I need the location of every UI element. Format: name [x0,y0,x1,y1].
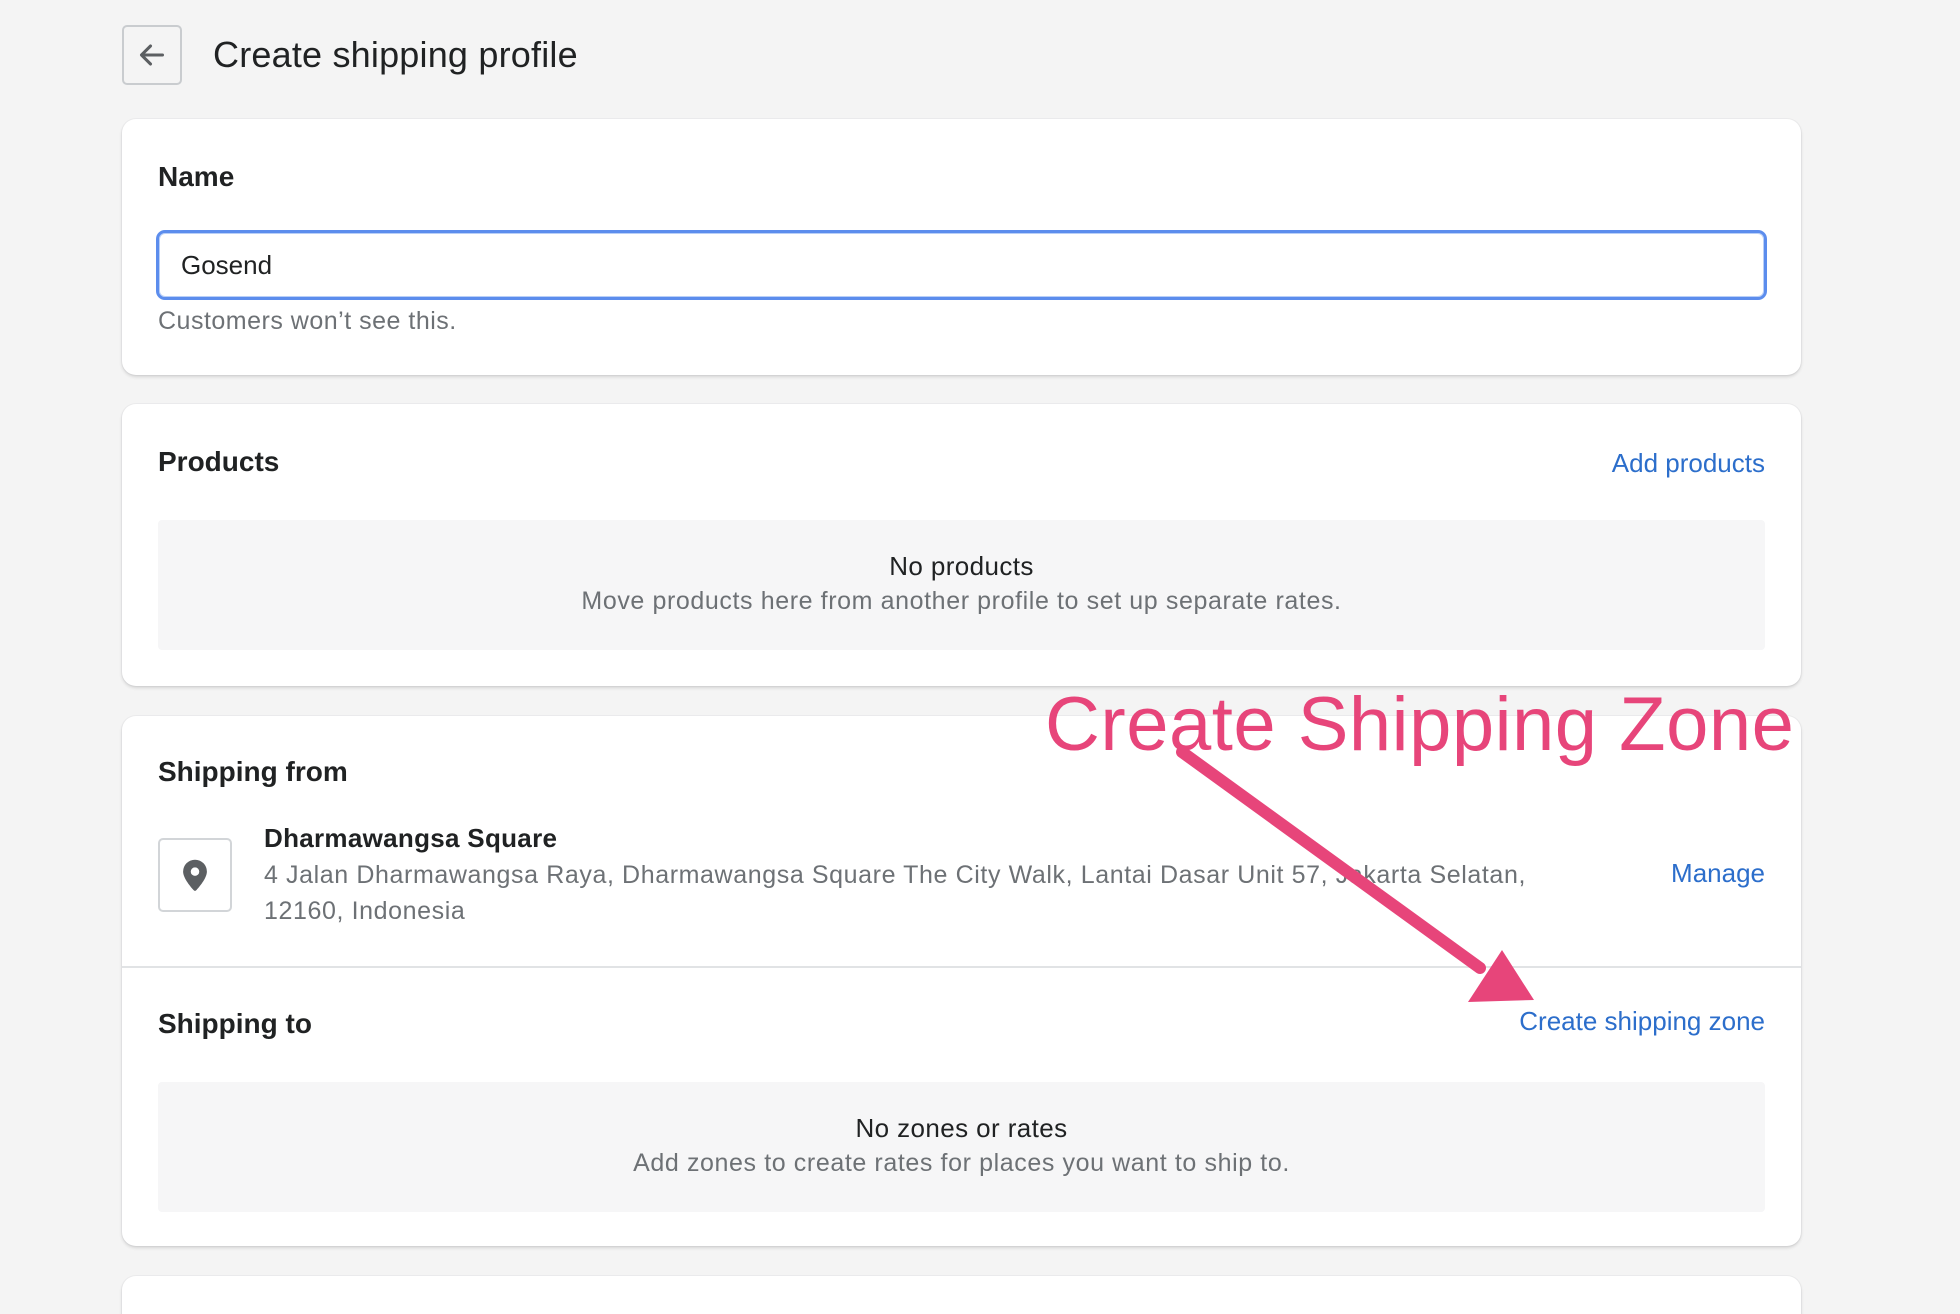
products-card: Products Add products No products Move p… [122,404,1801,686]
name-heading: Name [158,161,235,192]
section-divider [122,966,1801,968]
arrow-left-icon [139,44,164,66]
location-pin-icon [183,859,207,891]
location-name: Dharmawangsa Square [264,823,558,853]
page-title: Create shipping profile [213,34,578,75]
profile-name-input[interactable] [156,230,1767,300]
create-shipping-zone-link[interactable]: Create shipping zone [1519,1004,1765,1038]
products-heading: Products [158,446,280,477]
shipping-to-heading: Shipping to [158,1008,312,1039]
add-products-link[interactable]: Add products [1612,446,1765,480]
back-button[interactable] [122,25,182,85]
products-empty-state: No products Move products here from anot… [158,520,1765,650]
manage-location-link[interactable]: Manage [1671,856,1765,890]
products-empty-title: No products [889,551,1034,581]
zones-empty-state: No zones or rates Add zones to create ra… [158,1082,1765,1212]
products-empty-text: Move products here from another profile … [581,587,1342,615]
annotation-label: Create Shipping Zone [1045,682,1795,767]
shipping-card: Shipping from Dharmawangsa Square 4 Jala… [122,716,1801,1246]
zones-empty-title: No zones or rates [855,1113,1068,1143]
shipping-from-heading: Shipping from [158,756,348,787]
location-address: 4 Jalan Dharmawangsa Raya, Dharmawangsa … [264,861,1526,925]
name-help-text: Customers won’t see this. [158,307,457,335]
location-icon-box [158,838,232,912]
zones-empty-text: Add zones to create rates for places you… [633,1149,1290,1177]
next-card [122,1276,1801,1314]
name-card: Name Customers won’t see this. [122,119,1801,375]
